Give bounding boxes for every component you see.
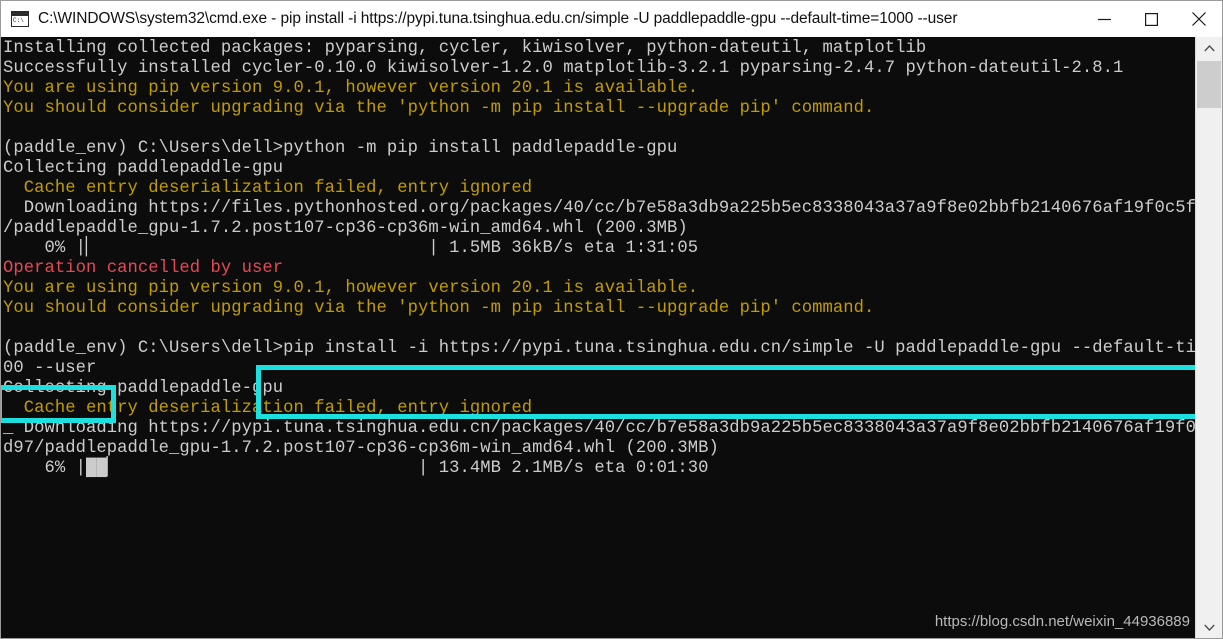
- window-controls: [1081, 1, 1222, 37]
- terminal-line: 00 --user: [3, 359, 97, 378]
- watermark: https://blog.csdn.net/weixin_44936889: [934, 613, 1190, 630]
- terminal-line: You are using pip version 9.0.1, however…: [3, 79, 699, 98]
- console-output-area[interactable]: Installing collected packages: pyparsing…: [1, 37, 1222, 638]
- terminal-line: You are using pip version 9.0.1, however…: [3, 279, 699, 298]
- terminal-line: Installing collected packages: pyparsing…: [3, 39, 927, 58]
- terminal-line: 0% |▏ | 1.5MB 36kB/s eta 1:31:05: [3, 239, 699, 258]
- terminal-text: Installing collected packages: pyparsing…: [3, 39, 1222, 638]
- terminal-line: Successfully installed cycler-0.10.0 kiw…: [3, 59, 1124, 78]
- title-bar[interactable]: C:\WINDOWS\system32\cmd.exe - pip instal…: [1, 1, 1222, 38]
- terminal-line: _ Downloading https://pypi.tuna.tsinghua…: [3, 419, 1222, 438]
- terminal-line: 6% |██▏ | 13.4MB 2.1MB/s eta 0:01:30: [3, 459, 709, 478]
- scroll-down-arrow-icon[interactable]: [1196, 616, 1222, 638]
- terminal-line: Operation cancelled by user: [3, 259, 284, 278]
- terminal-line: You should consider upgrading via the 'p…: [3, 99, 875, 118]
- terminal-line: Downloading https://files.pythonhosted.o…: [3, 199, 1222, 218]
- scroll-up-arrow-icon[interactable]: [1196, 37, 1222, 59]
- cmd-window: C:\WINDOWS\system32\cmd.exe - pip instal…: [0, 0, 1223, 639]
- maximize-button[interactable]: [1128, 1, 1175, 37]
- terminal-line: d97/paddlepaddle_gpu-1.7.2.post107-cp36-…: [3, 439, 719, 458]
- terminal-line: You should consider upgrading via the 'p…: [3, 299, 875, 318]
- close-button[interactable]: [1175, 1, 1222, 37]
- terminal-line: /paddlepaddle_gpu-1.7.2.post107-cp36-cp3…: [3, 219, 688, 238]
- terminal-line: (paddle_env) C:\Users\dell>python -m pip…: [3, 139, 678, 158]
- scrollbar-thumb[interactable]: [1197, 61, 1221, 108]
- terminal-line: Collecting paddlepaddle-gpu: [3, 159, 284, 178]
- cmd-console-icon: [11, 11, 29, 27]
- terminal-line: Cache entry deserialization failed, entr…: [3, 179, 533, 198]
- terminal-line: Cache entry deserialization failed, entr…: [3, 399, 533, 418]
- minimize-button[interactable]: [1081, 1, 1128, 37]
- terminal-line: Collecting paddlepaddle-gpu: [3, 379, 284, 398]
- vertical-scrollbar[interactable]: [1195, 37, 1222, 638]
- window-title: C:\WINDOWS\system32\cmd.exe - pip instal…: [38, 10, 958, 27]
- terminal-line: (paddle_env) C:\Users\dell>pip install -…: [3, 339, 1222, 358]
